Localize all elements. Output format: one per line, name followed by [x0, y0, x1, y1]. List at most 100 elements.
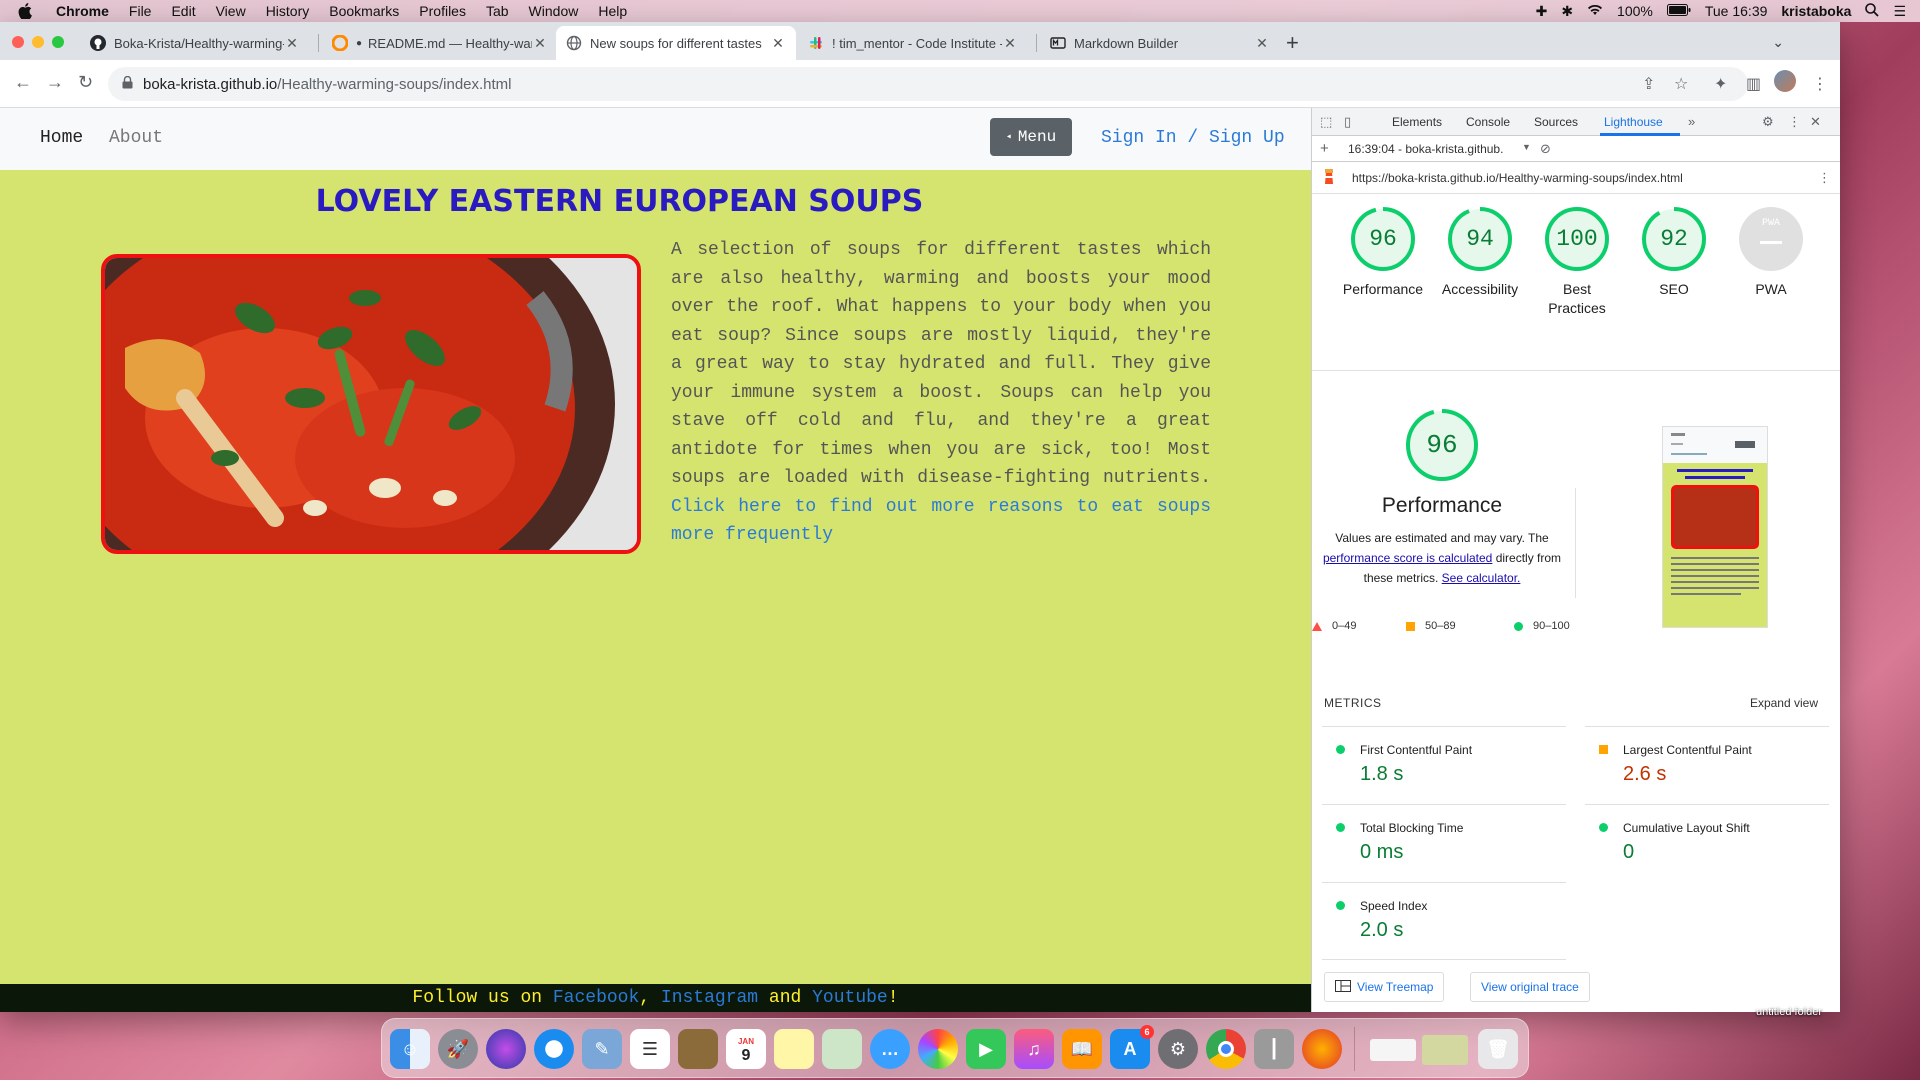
spotlight-search-icon[interactable] — [1865, 2, 1880, 20]
close-devtools-icon[interactable]: ✕ — [1810, 114, 1821, 130]
device-toolbar-icon[interactable]: ▯ — [1344, 114, 1351, 130]
profile-avatar[interactable] — [1774, 70, 1796, 92]
view-original-trace-button[interactable]: View original trace — [1470, 972, 1590, 1002]
menu-help[interactable]: Help — [598, 3, 627, 19]
lock-icon[interactable] — [122, 75, 133, 92]
notebook-icon[interactable] — [678, 1029, 718, 1069]
app-store-icon[interactable]: A 6 — [1110, 1025, 1154, 1069]
gauge-best-practices[interactable]: 100 Best Practices — [1532, 206, 1622, 318]
clear-reports-icon[interactable]: ⊘ — [1540, 141, 1551, 157]
report-selector[interactable]: 16:39:04 - boka-krista.github. — [1348, 142, 1503, 156]
back-arrow-icon[interactable]: ← — [14, 72, 32, 93]
finder-icon[interactable]: ☺ — [390, 1029, 430, 1069]
tab-markdown-builder[interactable]: Markdown Builder ✕ — [1040, 26, 1280, 60]
bookmark-star-icon[interactable]: ☆ — [1674, 74, 1688, 94]
wifi-icon[interactable] — [1587, 3, 1603, 19]
messages-icon[interactable]: … — [870, 1029, 910, 1069]
score-calculated-link[interactable]: performance score is calculated — [1323, 551, 1492, 565]
see-calculator-link[interactable]: See calculator. — [1442, 571, 1521, 585]
devtools-tab-sources[interactable]: Sources — [1534, 115, 1578, 129]
close-window-button[interactable] — [12, 36, 24, 48]
recent-screenshot-icon[interactable] — [1422, 1035, 1468, 1065]
apple-icon[interactable] — [18, 3, 34, 19]
chrome-icon[interactable] — [1206, 1029, 1246, 1069]
new-tab-icon[interactable]: + — [1286, 30, 1299, 56]
downloads-folder-icon[interactable] — [1370, 1039, 1416, 1061]
youtube-link[interactable]: Youtube — [812, 988, 888, 1008]
firefox-icon[interactable] — [1302, 1029, 1342, 1069]
music-icon[interactable]: ♫ — [1014, 1029, 1054, 1069]
menu-file[interactable]: File — [129, 3, 152, 19]
dropdown-caret-icon[interactable]: ▼ — [1522, 142, 1531, 152]
close-tab-icon[interactable]: ✕ — [1254, 35, 1270, 52]
facetime-icon[interactable]: ▶ — [966, 1029, 1006, 1069]
devtools-more-icon[interactable]: ⋮ — [1788, 114, 1801, 130]
close-tab-icon[interactable]: ✕ — [532, 35, 548, 52]
menu-tab[interactable]: Tab — [486, 3, 509, 19]
menu-profiles[interactable]: Profiles — [419, 3, 466, 19]
sign-in-link[interactable]: Sign In / Sign Up — [1101, 128, 1285, 148]
forward-arrow-icon[interactable]: → — [46, 72, 64, 93]
zoom-window-button[interactable] — [52, 36, 64, 48]
gauge-accessibility[interactable]: 94 Accessibility — [1435, 206, 1525, 299]
more-tabs-chevron-icon[interactable]: » — [1688, 114, 1695, 129]
instagram-link[interactable]: Instagram — [661, 988, 758, 1008]
trash-icon[interactable]: 🗑 — [1478, 1029, 1518, 1069]
battery-percent[interactable]: 100% — [1617, 3, 1653, 19]
close-tab-icon[interactable]: ✕ — [284, 35, 300, 52]
menu-window[interactable]: Window — [529, 3, 579, 19]
menu-view[interactable]: View — [216, 3, 246, 19]
reasons-link[interactable]: Click here to find out more reasons to e… — [671, 497, 1211, 546]
side-panel-icon[interactable]: ▥ — [1746, 74, 1761, 94]
tab-readme[interactable]: ● README.md — Healthy-war ✕ — [322, 26, 558, 60]
battery-icon[interactable] — [1666, 3, 1691, 19]
gauge-pwa[interactable]: PWA PWA — [1726, 206, 1816, 299]
devtools-tab-lighthouse[interactable]: Lighthouse — [1604, 115, 1663, 129]
siri-icon[interactable] — [486, 1029, 526, 1069]
menu-app-name[interactable]: Chrome — [56, 3, 109, 19]
extensions-puzzle-icon[interactable]: ✦ — [1714, 74, 1727, 94]
system-preferences-icon[interactable]: ⚙ — [1158, 1029, 1198, 1069]
close-tab-icon[interactable]: ✕ — [770, 35, 786, 52]
safari-icon[interactable] — [534, 1029, 574, 1069]
books-icon[interactable]: 📖 — [1062, 1029, 1102, 1069]
reminders-icon[interactable]: ☰ — [630, 1029, 670, 1069]
menu-edit[interactable]: Edit — [171, 3, 195, 19]
minimize-window-button[interactable] — [32, 36, 44, 48]
launchpad-icon[interactable]: 🚀 — [438, 1029, 478, 1069]
share-icon[interactable]: ⇪ — [1642, 74, 1655, 94]
desktop-folder-label[interactable]: untitled folder — [1756, 1006, 1822, 1018]
nav-home-link[interactable]: Home — [40, 128, 83, 148]
user-name[interactable]: kristaboka — [1781, 3, 1851, 19]
clock[interactable]: Tue 16:39 — [1705, 3, 1768, 19]
tab-slack[interactable]: ! tim_mentor - Code Institute - ✕ — [798, 26, 1028, 60]
notes-icon[interactable] — [774, 1029, 814, 1069]
preview-icon[interactable]: ✎ — [582, 1029, 622, 1069]
menu-history[interactable]: History — [266, 3, 310, 19]
devtools-tab-console[interactable]: Console — [1466, 115, 1510, 129]
view-treemap-button[interactable]: View Treemap — [1324, 972, 1445, 1002]
new-report-plus-icon[interactable]: + — [1320, 140, 1329, 157]
vpn-icon[interactable]: ✚ — [1536, 3, 1548, 20]
photos-icon[interactable] — [918, 1029, 958, 1069]
menu-bookmarks[interactable]: Bookmarks — [329, 3, 399, 19]
gauge-seo[interactable]: 92 SEO — [1629, 206, 1719, 299]
final-screenshot-thumbnail[interactable] — [1662, 426, 1768, 628]
expand-view-toggle[interactable]: Expand view — [1750, 696, 1818, 710]
more-vertical-icon[interactable]: ⋮ — [1812, 74, 1828, 94]
control-center-icon[interactable]: ☰ — [1893, 3, 1906, 20]
maps-icon[interactable] — [822, 1029, 862, 1069]
facebook-link[interactable]: Facebook — [553, 988, 639, 1008]
reload-icon[interactable]: ↻ — [78, 72, 93, 93]
bluetooth-icon[interactable]: ✱ — [1561, 3, 1573, 20]
close-tab-icon[interactable]: ✕ — [1002, 35, 1018, 52]
settings-gear-icon[interactable]: ⚙ — [1762, 114, 1774, 130]
report-url[interactable]: https://boka-krista.github.io/Healthy-wa… — [1352, 171, 1683, 185]
report-menu-icon[interactable]: ⋮ — [1818, 170, 1831, 186]
tab-github[interactable]: Boka-Krista/Healthy-warming- ✕ — [80, 26, 310, 60]
utility-icon[interactable]: ┃ — [1254, 1029, 1294, 1069]
nav-about-link[interactable]: About — [109, 128, 163, 148]
calendar-icon[interactable]: JAN 9 — [726, 1029, 766, 1069]
menu-button[interactable]: ◂ Menu — [990, 118, 1072, 156]
tab-search-chevron-icon[interactable]: ⌄ — [1772, 34, 1784, 51]
